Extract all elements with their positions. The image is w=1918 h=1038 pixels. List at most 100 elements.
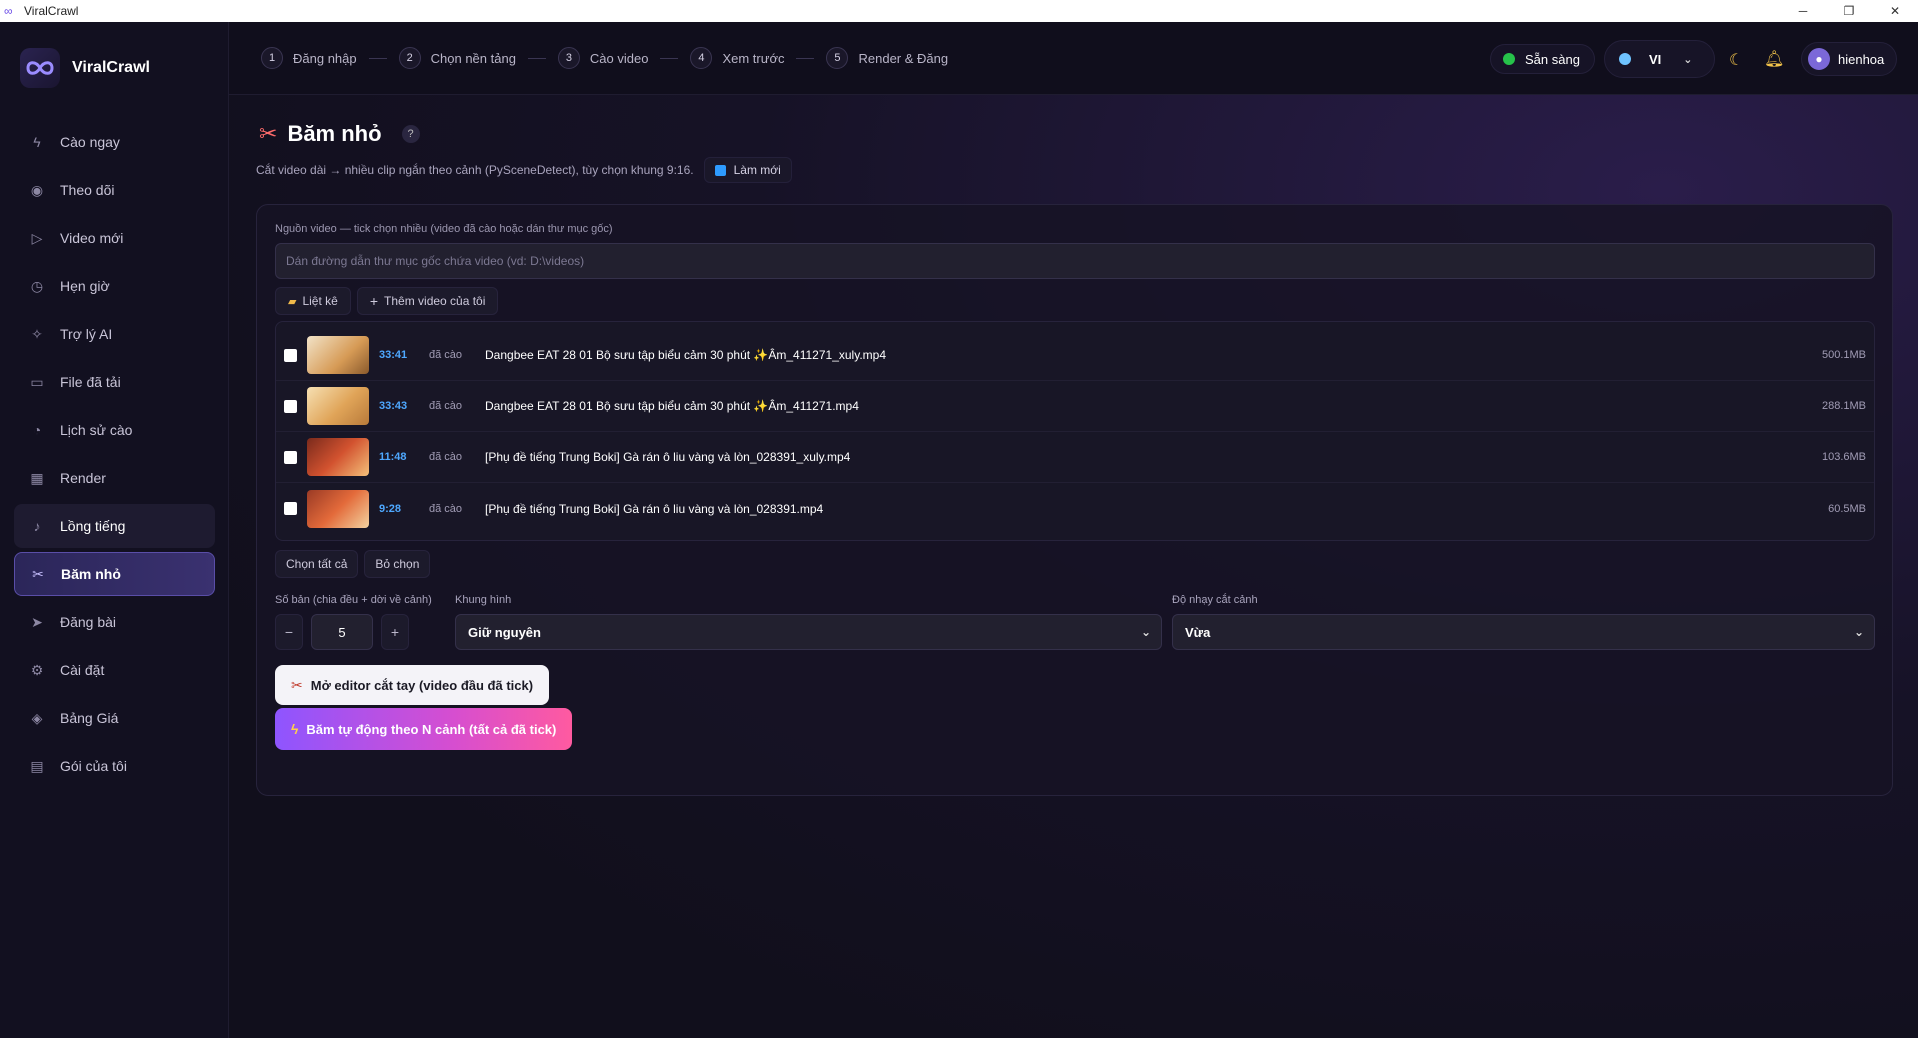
sidebar-item-3[interactable]: ▷ Video mới [14, 216, 215, 260]
select-all-button[interactable]: Chọn tất cả [275, 550, 359, 578]
video-filesize: 500.1MB [1821, 349, 1866, 361]
language-value: VI [1649, 51, 1662, 67]
sidebar-item-label: File đã tải [60, 374, 121, 390]
video-checkbox[interactable] [284, 399, 297, 413]
list-label: Liệt kê [302, 294, 338, 308]
video-filename: [Phụ đề tiếng Trung Boki] Gà rán ô liu v… [485, 501, 824, 516]
step-label: Render & Đăng [858, 50, 949, 66]
sidebar-item-2[interactable]: ◉ Theo dõi [14, 168, 215, 212]
sidebar-item-10[interactable]: ✂ Băm nhỏ [14, 552, 215, 596]
theme-toggle-moon-icon[interactable]: ☾ [1729, 50, 1743, 70]
deselect-button[interactable]: Bỏ chọn [364, 550, 431, 578]
sidebar-item-12[interactable]: ⚙ Cài đặt [14, 648, 215, 692]
video-thumbnail [307, 387, 369, 425]
sidebar-item-label: Băm nhỏ [61, 566, 121, 582]
sidebar-item-14[interactable]: ▤ Gói của tôi [14, 744, 215, 788]
list-button[interactable]: ▰ Liệt kê [275, 287, 351, 315]
close-button[interactable]: ✕ [1872, 0, 1918, 22]
bolt-icon: ϟ [33, 134, 41, 150]
main-content: ✂ Băm nhỏ ? Cắt video dài → nhiều clip n… [229, 95, 1918, 1038]
sidebar-item-6[interactable]: ▭ File đã tải [14, 360, 215, 404]
restore-button[interactable]: ❐ [1826, 0, 1872, 22]
clock-icon: ◷ [30, 277, 44, 294]
sensitivity-select[interactable]: Vừa ⌄ [1172, 614, 1875, 650]
increment-button[interactable]: + [381, 614, 409, 650]
sidebar: ViralCrawl ϟ Cào ngay ◉ Theo dõi ▷ Video mới ◷… [0, 22, 229, 1038]
video-duration: 9:28 [379, 502, 402, 515]
frame-select[interactable]: Giữ nguyên ⌄ [455, 614, 1162, 650]
video-filesize: 60.5MB [1828, 502, 1866, 515]
add-video-label: Thêm video của tôi [384, 294, 486, 308]
step-5[interactable]: 5 Render & Đăng [826, 47, 948, 69]
language-selector[interactable]: VI ⌄ [1604, 40, 1715, 78]
window-titlebar: ∞ ViralCrawl ─ ❐ ✕ [0, 0, 1918, 22]
sidebar-item-8[interactable]: ▦ Render [14, 456, 215, 500]
gear-icon: ⚙ [30, 661, 44, 678]
video-status: đã cào [429, 400, 463, 412]
folder-path-input[interactable] [275, 243, 1875, 279]
sidebar-item-label: Bảng Giá [60, 710, 119, 726]
sidebar-item-1[interactable]: ϟ Cào ngay [14, 120, 215, 164]
video-row[interactable]: 9:28 đã cào [Phụ đề tiếng Trung Boki] Gà r… [276, 483, 1874, 534]
sparkle-icon: ✧ [31, 325, 43, 342]
video-filesize: 103.6MB [1821, 451, 1866, 463]
add-video-button[interactable]: + Thêm video của tôi [356, 287, 499, 315]
sidebar-item-11[interactable]: ➤ Đăng bài [14, 600, 215, 644]
sidebar-item-5[interactable]: ✧ Trợ lý AI [14, 312, 215, 356]
auto-split-button[interactable]: ϟ Băm tự động theo N cảnh (tất cả đã tic… [275, 708, 573, 750]
open-editor-button[interactable]: ✂ Mở editor cắt tay (video đầu đã tick) [275, 665, 550, 705]
step-4[interactable]: 4 Xem trước [690, 47, 784, 69]
video-checkbox[interactable] [284, 502, 297, 515]
sidebar-item-7[interactable]: ◔ Lịch sử cào [14, 408, 215, 452]
notification-bell-icon[interactable]: 🔔︎ [1764, 49, 1784, 69]
brand[interactable]: ViralCrawl [20, 48, 150, 88]
video-row[interactable]: 11:48 đã cào [Phụ đề tiếng Trung Boki] Gà … [276, 432, 1874, 483]
split-card: Nguồn video — tick chọn nhiều (video đã … [256, 204, 1893, 796]
video-status: đã cào [429, 502, 463, 515]
sidebar-item-label: Cài đặt [60, 662, 105, 678]
topbar: 1 Đăng nhập 2 Chọn nền tảng 3 Cào video 4 Xem t… [229, 22, 1918, 95]
sidebar-item-label: Cào ngay [60, 134, 120, 150]
sidebar-item-13[interactable]: ◈ Bảng Giá [14, 696, 215, 740]
step-number: 1 [261, 47, 283, 69]
username: hienhoa [1838, 51, 1885, 67]
source-label: Nguồn video — tick chọn nhiều (video đã … [275, 223, 613, 235]
bolt-icon: ϟ [291, 721, 299, 737]
video-checkbox[interactable] [284, 450, 297, 464]
video-row[interactable]: 33:41 đã cào Dangbee EAT 28 01 Bộ sưu tập … [276, 330, 1874, 381]
step-label: Xem trước [722, 50, 785, 66]
refresh-button[interactable]: Làm mới [703, 157, 792, 183]
page-heading: Băm nhỏ [287, 121, 382, 146]
count-value[interactable]: 5 [311, 614, 373, 650]
video-checkbox[interactable] [284, 348, 297, 362]
folder-icon: ▭ [30, 373, 44, 390]
video-list: 33:41 đã cào Dangbee EAT 28 01 Bộ sưu tập … [275, 321, 1875, 541]
sidebar-item-label: Render [60, 470, 106, 486]
video-row[interactable]: 33:43 đã cào Dangbee EAT 28 01 Bộ sưu tập … [276, 381, 1874, 432]
video-status: đã cào [429, 349, 463, 361]
help-icon[interactable]: ? [401, 125, 420, 143]
send-icon: ➤ [31, 613, 43, 630]
open-editor-label: Mở editor cắt tay (video đầu đã tick) [310, 677, 534, 693]
step-1[interactable]: 1 Đăng nhập [261, 47, 357, 69]
status-dot-icon [1503, 53, 1515, 65]
step-label: Cào video [589, 50, 649, 66]
count-label: Số bản (chia đều + dời về cảnh) [275, 594, 432, 606]
minimize-button[interactable]: ─ [1780, 0, 1826, 22]
decrement-button[interactable]: − [275, 614, 303, 650]
step-3[interactable]: 3 Cào video [557, 47, 649, 69]
sidebar-item-label: Đăng bài [60, 614, 117, 630]
status-text: Sẵn sàng [1525, 51, 1580, 67]
sidebar-item-9[interactable]: ♪ Lồng tiếng [14, 504, 215, 548]
user-menu[interactable]: ● hienhoa [1801, 42, 1898, 76]
frame-label: Khung hình [455, 594, 512, 606]
video-thumbnail [307, 489, 369, 528]
eye-icon: ◉ [30, 181, 44, 198]
step-2[interactable]: 2 Chọn nền tảng [398, 47, 516, 69]
step-label: Chọn nền tảng [430, 50, 516, 66]
sidebar-item-4[interactable]: ◷ Hẹn giờ [14, 264, 215, 308]
sidebar-item-label: Hẹn giờ [60, 278, 110, 294]
video-filename: [Phụ đề tiếng Trung Boki] Gà rán ô liu v… [485, 450, 851, 464]
video-duration: 33:43 [379, 400, 408, 412]
avatar: ● [1808, 48, 1830, 70]
